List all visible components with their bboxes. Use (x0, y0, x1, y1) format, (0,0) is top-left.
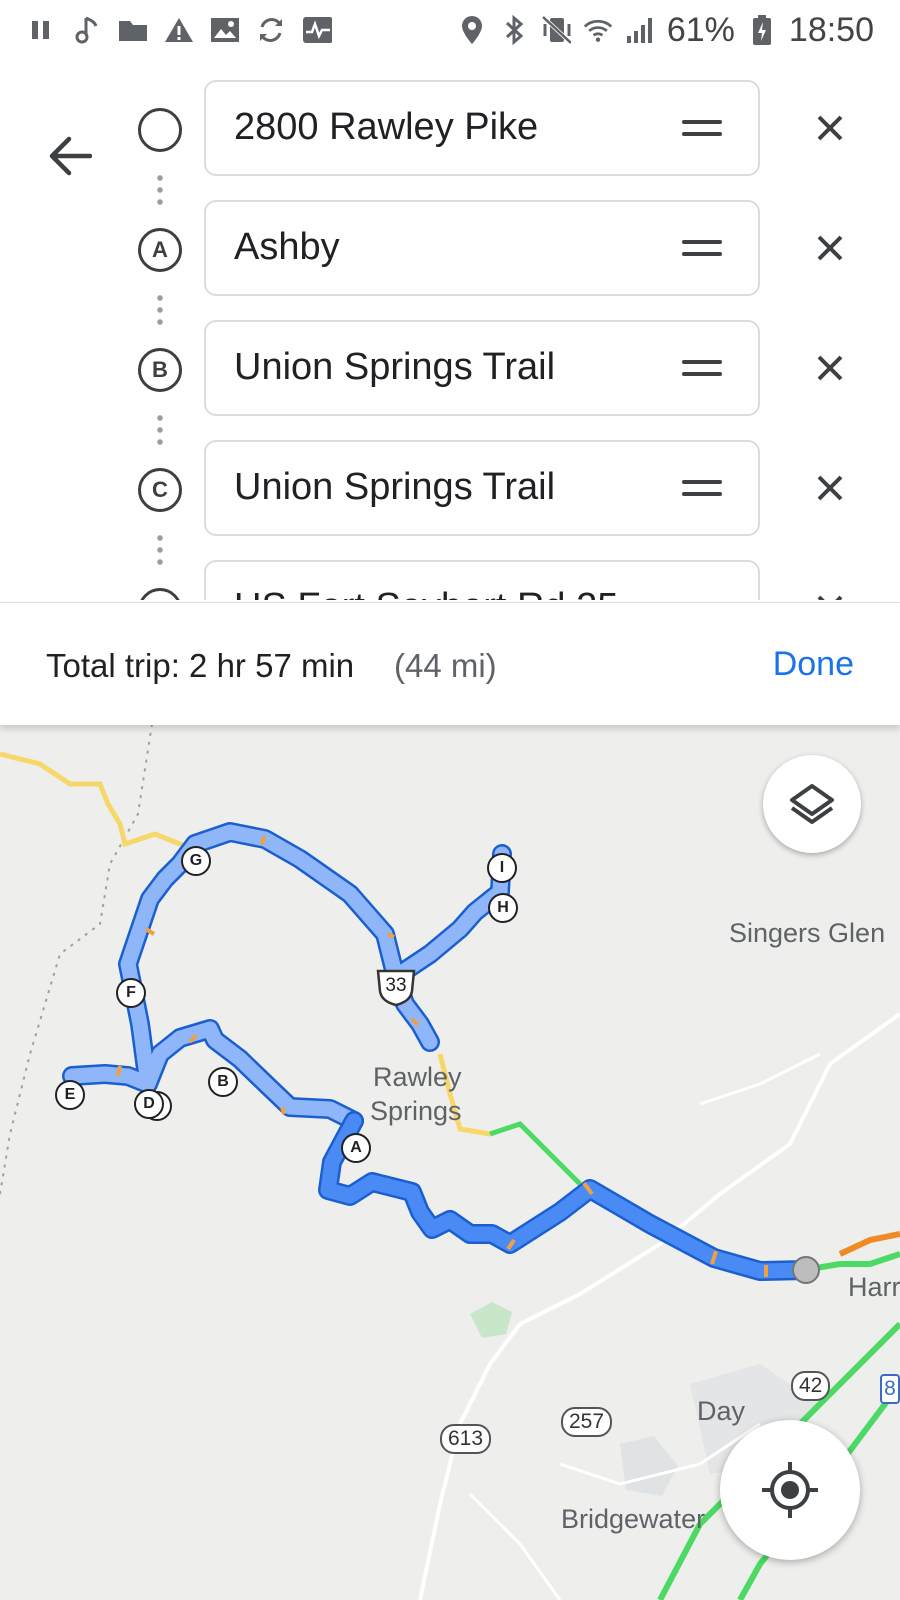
layers-button[interactable] (763, 755, 861, 853)
stop-d-text: US Fort Seybert Rd 25 (234, 586, 618, 600)
trip-summary-bar: Total trip: 2 hr 57 min (44 mi) Done (0, 602, 900, 725)
map-pin-f[interactable]: F (116, 978, 146, 1008)
route-shield: 42 (791, 1371, 831, 1401)
status-bar: 61% 18:50 (0, 0, 900, 60)
map-pin-d[interactable]: D (134, 1089, 164, 1119)
state-road (0, 751, 186, 849)
stop-a-marker: A (138, 228, 182, 272)
warning-icon (164, 15, 194, 45)
traffic-road-slow (838, 1231, 900, 1257)
stop-b-text: Union Springs Trail (234, 346, 556, 388)
stop-a-input[interactable]: Ashby (204, 200, 760, 296)
waypoint-row-origin: 2800 Rawley Pike (0, 80, 900, 180)
signal-icon (625, 15, 655, 45)
place-label: Day (697, 1396, 746, 1426)
route-shield: 613 (440, 1424, 492, 1454)
bluetooth-icon (499, 15, 529, 45)
image-icon (210, 15, 240, 45)
stop-b-marker: B (138, 348, 182, 392)
map-pin-b[interactable]: B (208, 1067, 238, 1097)
stop-c-text: Union Springs Trail (234, 466, 556, 508)
total-trip-distance: (44 mi) (394, 647, 497, 684)
waypoint-row-d: D US Fort Seybert Rd 25 (0, 560, 900, 600)
waypoint-row-c: C Union Springs Trail (0, 440, 900, 540)
map-pin-h[interactable]: H (488, 893, 518, 923)
destination-dot (792, 1256, 820, 1284)
place-label: Rawley (373, 1062, 462, 1092)
activity-icon (302, 15, 332, 45)
drag-handle-icon[interactable] (682, 360, 722, 378)
stop-d-input[interactable]: US Fort Seybert Rd 25 (204, 560, 760, 600)
origin-text: 2800 Rawley Pike (234, 106, 539, 148)
close-icon (817, 475, 843, 501)
remove-stop-b-button[interactable] (806, 344, 854, 392)
remove-stop-c-button[interactable] (806, 464, 854, 512)
map-pin-e[interactable]: E (55, 1080, 85, 1110)
drag-handle-icon[interactable] (682, 240, 722, 258)
drag-handle-icon[interactable] (682, 120, 722, 138)
park-area (470, 1302, 512, 1338)
sync-icon (256, 15, 286, 45)
battery-percent: 61% (666, 10, 735, 49)
stop-b-input[interactable]: Union Springs Trail (204, 320, 760, 416)
place-label: Singers Glen (729, 918, 886, 948)
remove-stop-a-button[interactable] (806, 224, 854, 272)
pause-icon (26, 15, 56, 45)
close-icon (817, 235, 843, 261)
place-label: Springs (370, 1096, 462, 1126)
local-road (699, 1052, 821, 1106)
wifi-icon (583, 15, 613, 45)
map-pin-a[interactable]: A (341, 1133, 371, 1163)
place-label: Bridgewater (561, 1504, 706, 1534)
origin-input[interactable]: 2800 Rawley Pike (204, 80, 760, 176)
folder-icon (118, 15, 148, 45)
local-road (468, 1492, 562, 1600)
vibrate-icon (541, 15, 571, 45)
close-icon (817, 115, 843, 141)
waypoint-row-b: B Union Springs Trail (0, 320, 900, 420)
close-icon (817, 355, 843, 381)
my-location-button[interactable] (720, 1420, 860, 1560)
directions-panel: 2800 Rawley Pike A Ashby B Union Springs… (0, 60, 900, 600)
remove-origin-button[interactable] (806, 104, 854, 152)
drag-handle-icon[interactable] (682, 480, 722, 498)
battery-icon (747, 15, 777, 45)
map-pin-g[interactable]: G (181, 846, 211, 876)
music-note-icon (72, 15, 102, 45)
place-label: Harr (848, 1272, 900, 1302)
town-area (620, 1436, 678, 1496)
stop-c-marker: C (138, 468, 182, 512)
my-location-icon (762, 1462, 818, 1518)
origin-circle-icon (138, 108, 182, 152)
close-icon (817, 595, 843, 600)
done-button[interactable]: Done (773, 645, 854, 684)
traffic-road (809, 1251, 900, 1272)
total-trip-time: Total trip: 2 hr 57 min (46, 647, 355, 684)
stop-a-text: Ashby (234, 226, 340, 268)
map-pin-i[interactable]: I (487, 853, 517, 883)
interstate-shield: 8 (880, 1374, 900, 1404)
stop-d-marker: D (138, 588, 182, 600)
route-shield: 257 (561, 1407, 613, 1437)
remove-stop-d-button[interactable] (806, 584, 854, 600)
stop-c-input[interactable]: Union Springs Trail (204, 440, 760, 536)
traffic-road (489, 1121, 582, 1186)
waypoint-row-a: A Ashby (0, 200, 900, 300)
us-route-shield: 33 (376, 967, 416, 1007)
layers-icon (790, 784, 834, 824)
clock: 18:50 (788, 10, 874, 49)
route-main (318, 1111, 816, 1281)
location-icon (457, 15, 487, 45)
map-view[interactable]: Rawley Springs Singers Glen Harr Day Bri… (0, 724, 900, 1600)
